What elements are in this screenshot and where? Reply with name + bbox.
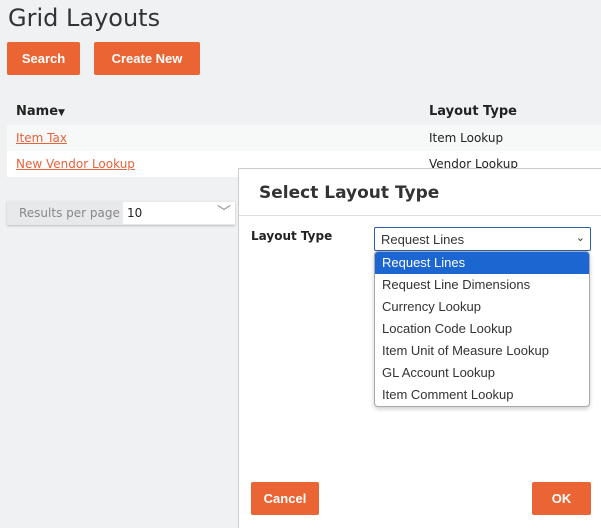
layout-type-options: Request Lines Request Line Dimensions Cu… bbox=[374, 251, 590, 407]
results-per-page-select[interactable]: 10 ﹀ bbox=[123, 202, 235, 224]
create-new-button[interactable]: Create New bbox=[94, 42, 200, 75]
chevron-down-icon: ﹀ bbox=[217, 205, 231, 221]
option[interactable]: Currency Lookup bbox=[375, 296, 589, 318]
select-layout-type-dialog: Select Layout Type Layout Type Request L… bbox=[238, 168, 601, 528]
dialog-title: Select Layout Type bbox=[239, 169, 601, 216]
chevron-down-icon: ⌄ bbox=[575, 232, 585, 244]
ok-button[interactable]: OK bbox=[532, 482, 591, 515]
option[interactable]: Item Comment Lookup bbox=[375, 384, 589, 406]
page-title: Grid Layouts bbox=[8, 4, 161, 32]
option[interactable]: Request Line Dimensions bbox=[375, 274, 589, 296]
cancel-button[interactable]: Cancel bbox=[251, 482, 319, 515]
option[interactable]: Item Unit of Measure Lookup bbox=[375, 340, 589, 362]
results-per-page-value: 10 bbox=[127, 206, 143, 220]
layout-type-select[interactable]: Request Lines ⌄ bbox=[374, 227, 591, 251]
results-per-page-label: Results per page bbox=[19, 206, 120, 220]
row-name-link[interactable]: Item Tax bbox=[16, 131, 67, 145]
row-name-link[interactable]: New Vendor Lookup bbox=[16, 157, 135, 171]
option[interactable]: GL Account Lookup bbox=[375, 362, 589, 384]
caret-down-icon: ▼ bbox=[58, 108, 65, 118]
option[interactable]: Location Code Lookup bbox=[375, 318, 589, 340]
column-header-layout-type: Layout Type bbox=[429, 104, 517, 119]
header-label: Name bbox=[16, 104, 59, 119]
column-header-name[interactable]: Name▼ bbox=[16, 104, 65, 119]
results-per-page: Results per page 10 ﹀ bbox=[7, 201, 235, 225]
layout-type-label: Layout Type bbox=[251, 229, 333, 243]
option[interactable]: Request Lines bbox=[375, 252, 589, 274]
row-type: Item Lookup bbox=[429, 131, 504, 145]
search-button[interactable]: Search bbox=[7, 42, 80, 75]
selected-value: Request Lines bbox=[381, 232, 465, 247]
table-row: Item Tax Item Lookup bbox=[7, 125, 601, 151]
